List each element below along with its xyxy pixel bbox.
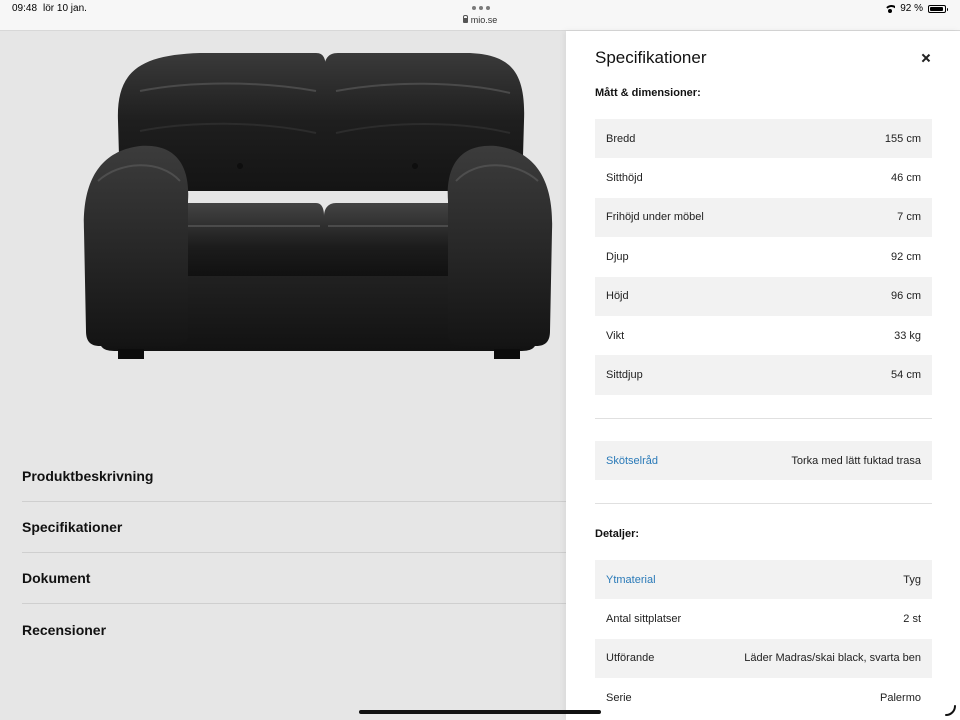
table-row: Djup 92 cm xyxy=(595,237,932,276)
spec-value: 96 cm xyxy=(891,290,921,303)
dimensions-table: Bredd 155 cm Sitthöjd 46 cm Frihöjd under … xyxy=(595,119,932,395)
spec-label: Utförande xyxy=(606,652,655,665)
table-row: Antal sittplatser 2 st xyxy=(595,599,932,638)
table-row: Bredd 155 cm xyxy=(595,119,932,159)
spec-label: Sitthöjd xyxy=(606,172,643,185)
divider xyxy=(595,418,932,419)
battery-percent: 92 % xyxy=(900,3,923,14)
care-row: Skötselråd Torka med lätt fuktad trasa xyxy=(595,441,932,480)
battery-icon xyxy=(928,4,948,13)
spec-label: Djup xyxy=(606,250,629,263)
sofa-image xyxy=(83,53,553,359)
spec-label: Serie xyxy=(606,691,632,704)
spec-label: Bredd xyxy=(606,132,636,145)
status-indicators: 92 % xyxy=(884,3,948,14)
table-row: Vikt 33 kg xyxy=(595,316,932,355)
care-value: Torka med lätt fuktad trasa xyxy=(791,454,921,467)
table-row: Serie Palermo xyxy=(595,678,932,717)
spec-value: 155 cm xyxy=(884,132,921,145)
spec-label: Frihöjd under möbel xyxy=(606,211,704,224)
table-row: Höjd 96 cm xyxy=(595,276,932,316)
url-text: mio.se xyxy=(470,15,498,25)
spec-value: 92 cm xyxy=(891,250,921,263)
product-accordion: Produktbeskrivning Specifikationer Dokum… xyxy=(22,451,566,655)
address-bar[interactable]: mio.se xyxy=(0,15,960,25)
spec-value: Läder Madras/skai black, svarta ben xyxy=(744,652,921,665)
accordion-dokument[interactable]: Dokument xyxy=(22,553,566,604)
home-indicator[interactable] xyxy=(359,710,601,714)
spec-value: 54 cm xyxy=(891,369,921,382)
product-area: Produktbeskrivning Specifikationer Dokum… xyxy=(0,31,566,720)
status-bar: 09:48 lör 10 jan. mio.se 92 % xyxy=(0,0,960,31)
divider xyxy=(595,503,932,504)
table-row: Utförande Läder Madras/skai black, svarta… xyxy=(595,638,932,679)
accordion-produktbeskrivning[interactable]: Produktbeskrivning xyxy=(22,451,566,502)
spec-value: 33 kg xyxy=(894,329,921,342)
spec-value: Palermo xyxy=(880,691,921,704)
details-table: Ytmaterial Tyg Antal sittplatser 2 st Utfö… xyxy=(595,560,932,718)
spec-label: Höjd xyxy=(606,290,629,303)
spec-value: Tyg xyxy=(903,573,921,586)
details-heading: Detaljer: xyxy=(595,528,640,540)
lock-icon xyxy=(462,15,469,23)
spec-label-link[interactable]: Ytmaterial xyxy=(606,574,656,586)
table-row: Ytmaterial Tyg xyxy=(595,560,932,600)
close-icon[interactable] xyxy=(919,51,933,65)
spec-value: 7 cm xyxy=(897,211,921,224)
table-row: Sitthöjd 46 cm xyxy=(595,158,932,197)
spec-value: 46 cm xyxy=(891,172,921,185)
resize-handle-icon[interactable] xyxy=(944,704,956,716)
care-label-link[interactable]: Skötselråd xyxy=(606,455,658,467)
product-image[interactable] xyxy=(80,51,556,361)
spec-label: Antal sittplatser xyxy=(606,613,682,626)
table-row: Frihöjd under möbel 7 cm xyxy=(595,197,932,238)
spec-label: Sittdjup xyxy=(606,369,643,382)
spec-value: 2 st xyxy=(903,613,921,626)
accordion-specifikationer[interactable]: Specifikationer xyxy=(22,502,566,553)
more-dots-icon[interactable] xyxy=(472,6,490,10)
status-time: 09:48 xyxy=(12,3,38,14)
table-row: Sittdjup 54 cm xyxy=(595,355,932,395)
drawer-title: Specifikationer xyxy=(595,48,707,67)
status-date: lör 10 jan. xyxy=(43,3,87,14)
spec-label: Vikt xyxy=(606,329,625,342)
wifi-icon xyxy=(884,4,896,13)
specifications-drawer: Specifikationer Mått & dimensioner: Bred… xyxy=(566,31,960,720)
dimensions-heading: Mått & dimensioner: xyxy=(595,87,701,99)
accordion-recensioner[interactable]: Recensioner xyxy=(22,604,566,655)
